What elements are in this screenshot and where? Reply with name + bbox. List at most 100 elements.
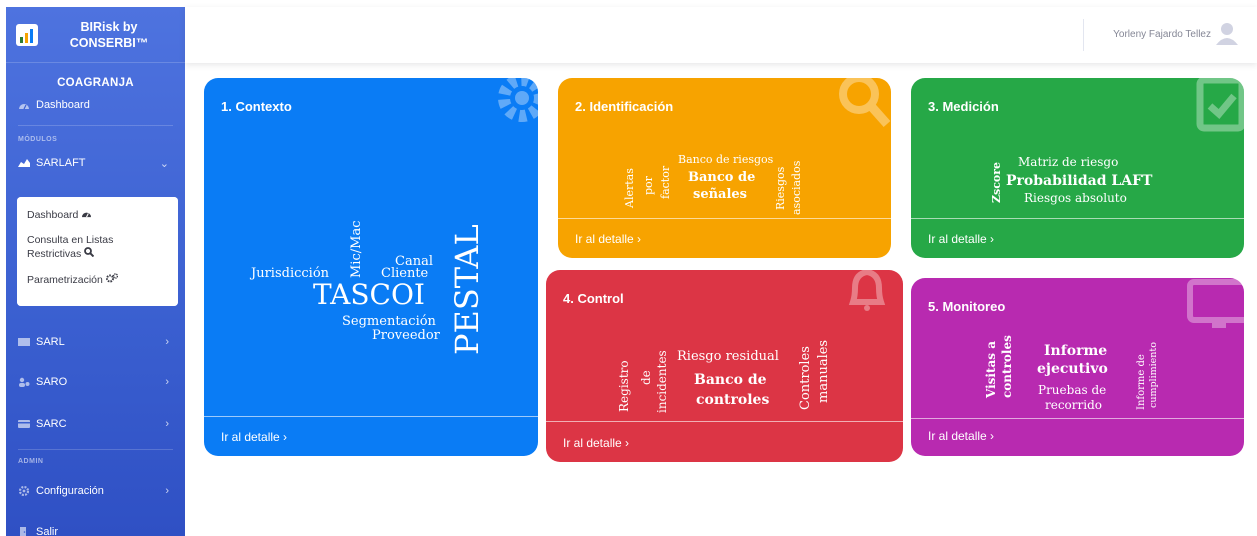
clipboard-check-icon [1192,78,1244,137]
org-name: COAGRANJA [57,77,134,89]
card-title: 5. Monitoreo [928,299,1006,314]
word-banco-de: Banco de [688,170,756,185]
table-icon [18,337,30,347]
word-micmac: Mic/Mac [349,220,364,278]
credit-card-icon [18,419,30,429]
sidebar-item-salir[interactable]: Salir [6,522,185,536]
word-recorrido: recorrido [1045,398,1102,412]
search-icon [84,247,95,260]
brand-line-2: CONSERBI™ [69,35,149,50]
card-monitoreo[interactable]: 5. Monitoreo Visitas a controles Informe… [911,278,1244,456]
submenu-item-consulta-listas[interactable]: Consulta en Listas Restrictivas [27,234,168,261]
sidebar-item-label: Configuración [36,485,104,497]
word-senales: señales [693,187,747,202]
word-proveedor: Proveedor [372,328,440,343]
cogs-icon [105,273,119,286]
word-ejecutivo: ejecutivo [1037,361,1108,377]
card-detail-link[interactable]: Ir al detalle › [928,429,994,443]
word-informe-de: Informe de [1136,354,1147,410]
chart-area-icon [18,158,30,168]
cog-icon [488,78,538,137]
word-controles: controles [696,392,770,408]
chevron-right-icon: › [165,418,169,430]
topbar-divider [1083,19,1084,51]
submenu-item-parametrizacion[interactable]: Parametrización [27,273,168,287]
word-de: de [639,370,653,385]
chevron-right-icon: › [165,485,169,497]
submenu-item-label: Dashboard [27,209,79,221]
card-identificacion[interactable]: 2. Identificación Alertas por factor Ban… [558,78,891,258]
card-detail-link[interactable]: Ir al detalle › [221,430,287,444]
card-title: 4. Control [563,291,624,306]
word-incidentes: incidentes [655,350,669,413]
word-registro: Registro [617,360,631,412]
sidebar-item-sarlaft[interactable]: SARLAFT ⌄ [6,153,185,173]
word-banco-riesgos: Banco de riesgos [678,153,774,166]
word-tascoi: TASCOI [313,278,425,311]
chevron-right-icon: › [165,376,169,388]
brand-logo-icon [16,23,38,46]
sarlaft-submenu-panel: Dashboard Consulta en Listas Restrictiva… [17,197,178,306]
card-footer: Ir al detalle › [911,418,1244,456]
card-detail-link[interactable]: Ir al detalle › [928,232,994,246]
card-detail-link[interactable]: Ir al detalle › [563,436,629,450]
submenu-item-label-line2: Restrictivas [27,248,82,260]
word-pestal: PESTAL [448,224,486,355]
sidebar-item-sarc[interactable]: SARC › [6,414,185,434]
sidebar-item-dashboard[interactable]: Dashboard [6,95,185,115]
word-controles: controles [1000,335,1014,398]
word-pruebas: Pruebas de [1038,383,1107,397]
cog-icon [18,485,30,497]
brand[interactable]: BIRisk by CONSERBI™ [6,7,185,63]
word-asociados: asociados [790,160,803,215]
divider [18,449,173,450]
submenu-item-dashboard[interactable]: Dashboard [27,209,168,222]
desktop-icon [1184,278,1244,337]
card-footer: Ir al detalle › [204,416,538,456]
chevron-down-icon: ⌄ [159,157,169,170]
word-cumplimiento: cumplimiento [1148,342,1159,408]
word-banco-de: Banco de [694,372,767,388]
tachometer-icon [18,100,30,110]
sidebar-item-saro[interactable]: SARO › [6,372,185,392]
sidebar-item-label: Dashboard [36,99,90,111]
divider [18,125,173,126]
card-footer: Ir al detalle › [546,421,903,462]
card-title: 3. Medición [928,99,999,114]
sidebar-item-sarl[interactable]: SARL › [6,332,185,352]
section-heading-admin: ADMIN [18,458,44,465]
brand-name: BIRisk by CONSERBI™ [54,19,164,51]
word-controles-vertical: Controles [798,346,813,410]
word-factor: factor [659,165,672,199]
submenu-item-label: Parametrización [27,274,103,286]
card-title: 1. Contexto [221,99,292,114]
sidebar-item-label: Salir [36,526,59,536]
card-footer: Ir al detalle › [558,218,891,258]
word-matriz: Matriz de riesgo [1018,155,1119,169]
sidebar-item-label: SARO [36,376,68,388]
word-alertas: Alertas [623,168,636,208]
users-cog-icon [18,377,30,387]
sidebar-item-configuracion[interactable]: Configuración › [6,481,185,501]
user-avatar-icon[interactable] [1215,21,1239,45]
bell-icon [843,270,891,317]
door-open-icon [18,527,30,536]
search-icon [835,78,891,137]
word-riesgos-absoluto: Riesgos absoluto [1024,191,1127,205]
word-por: por [642,176,655,195]
word-zscore: Zscore [990,161,1003,203]
topbar: Yorleny Fajardo Tellez [185,7,1257,63]
word-manuales: manuales [816,339,831,403]
section-heading-modulos: MÓDULOS [18,136,58,143]
card-contexto[interactable]: 1. Contexto Mic/Mac Canal Cliente Jurisd… [204,78,538,456]
sidebar-item-label: SARC [36,418,67,430]
card-medicion[interactable]: 3. Medición Zscore Matriz de riesgo Prob… [911,78,1244,258]
word-riesgo-residual: Riesgo residual [677,349,779,364]
tachometer-icon [81,209,92,221]
card-detail-link[interactable]: Ir al detalle › [575,232,641,246]
word-probabilidad: Probabilidad LAFT [1006,173,1153,189]
brand-line-1: BIRisk by [80,19,138,34]
word-visitas: Visitas a [984,341,998,398]
user-name[interactable]: Yorleny Fajardo Tellez [1113,29,1211,40]
card-control[interactable]: 4. Control Registro de incidentes Riesgo… [546,270,903,462]
